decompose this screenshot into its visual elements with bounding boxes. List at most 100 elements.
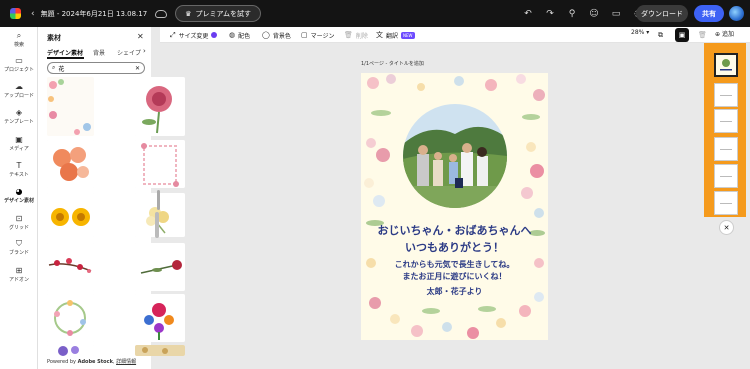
canvas-scrollbar[interactable] [157,190,160,210]
orange-flowers-image [47,140,94,188]
premium-dot-icon [211,32,218,38]
rail-label: アドオン [8,277,29,283]
rail-label: テキスト [9,172,29,178]
rail-label: メディア [9,146,29,152]
crown-icon: ♛ [185,9,192,18]
rail-item-upload[interactable]: ☁ アップロード [0,82,38,99]
page-thumbnail[interactable] [714,191,738,215]
page-thumbnail[interactable] [714,137,738,161]
grid-icon: ⊡ [15,214,23,223]
page-title-label[interactable]: 1/1ページ - タイトルを追加 [361,60,424,67]
search-input[interactable] [58,64,129,72]
page-thumbnail[interactable] [714,109,738,133]
card-message-line3[interactable]: これからも元気で長生きしてね。 [361,259,548,270]
adobe-express-logo[interactable] [10,8,21,19]
rail-item-media[interactable]: ▣ メディア [0,135,38,152]
purple-flowers-image [47,345,94,356]
page-thumbnail[interactable] [714,83,738,107]
share-button[interactable]: 共有 [694,5,724,22]
search-field[interactable]: ⌕ ✕ [47,62,145,74]
asset-thumbnail[interactable] [47,294,94,342]
panel-scrollbar[interactable] [155,212,159,238]
rail-label: ブランド [8,250,29,256]
background-color-icon: ◯ [262,31,270,39]
card-message-line2[interactable]: いつもありがとう！ [361,239,548,255]
download-button[interactable]: ダウンロード [636,5,688,22]
premium-button[interactable]: ♛ プレミアムを試す [175,5,261,22]
asset-thumbnail[interactable] [135,77,185,136]
upload-icon: ☁ [15,82,23,91]
chevron-left-icon[interactable]: ‹ [31,9,35,19]
family-photo[interactable] [403,104,507,208]
page-thumbnail-selected[interactable] [714,53,738,77]
asset-thumbnail[interactable] [135,345,185,356]
tab-shapes[interactable]: シェイプ [117,48,141,57]
rail-item-design-assets[interactable]: ◕ デザイン素材 [0,187,38,204]
rail-label: 検索 [13,42,24,48]
asset-thumbnail[interactable] [47,140,94,188]
resize-label: サイズ変更 [178,32,209,40]
collaborator-icon[interactable]: ☺ [588,9,600,19]
single-rose-image [135,243,185,291]
translate-button[interactable]: 文 翻訳 NEW [376,29,415,41]
close-pages-icon[interactable]: ✕ [719,220,734,235]
rail-item-projects[interactable]: ▭ プロジェクト [0,56,38,73]
chevron-right-icon[interactable]: › [143,47,146,55]
card-message-line4[interactable]: またお正月に遊びにいくね！ [361,271,548,282]
page-thumbnail[interactable] [714,164,738,188]
resize-button[interactable]: ⤢ サイズ変更 [170,29,218,41]
asset-thumbnail[interactable] [135,243,185,291]
translate-label: 翻訳 [386,32,399,40]
comment-icon[interactable]: ▭ [610,9,622,19]
close-icon[interactable]: ✕ [137,32,144,41]
rail-item-templates[interactable]: ◈ テンプレート [0,108,38,125]
rail-item-search[interactable]: ⌕ 検索 [0,31,38,48]
rail-item-grid[interactable]: ⊡ グリッド [0,214,38,231]
add-page-button[interactable]: ⊕ 追加 [715,29,734,38]
more-info-link[interactable]: 詳細情報 [116,359,136,365]
gold-pattern-image [135,345,185,356]
asset-thumbnail[interactable] [47,77,94,136]
redo-icon[interactable]: ↷ [544,9,556,19]
trash-icon: 🗑 [344,31,353,39]
rail-item-text[interactable]: T テキスト [0,161,38,178]
asset-thumbnail[interactable] [135,140,185,188]
delete-button[interactable]: 🗑 削除 [344,29,368,41]
undo-icon[interactable]: ↶ [522,9,534,19]
greeting-card[interactable]: おじいちゃん・おばあちゃんへ いつもありがとう！ これからも元気で長生きしてね。… [361,73,548,340]
margin-icon: ▢ [301,31,308,39]
location-pin-icon[interactable]: ⚲ [566,9,578,19]
document-title[interactable]: 無題 - 2024年6月21日 13.08.17 [41,9,148,19]
asset-thumbnail[interactable] [135,294,185,342]
asset-thumbnail[interactable] [47,345,94,356]
palette-icon: ◍ [229,31,236,39]
context-toolbar: ⤢ サイズ変更 ◍ 配色 ◯ 背景色 ▢ マージン 🗑 削除 文 翻訳 NEW … [160,27,750,43]
rail-label: グリッド [8,225,29,231]
card-signature[interactable]: 太郎・花子より [361,286,548,297]
asset-thumbnail[interactable] [135,193,185,237]
asset-thumbnail[interactable] [47,243,94,291]
cloud-sync-icon[interactable] [155,9,168,18]
left-rail: ⌕ 検索 ▭ プロジェクト ☁ アップロード ◈ テンプレート ▣ メディア T… [0,27,38,369]
zoom-level[interactable]: 28% ▾ [631,29,649,36]
clear-icon[interactable]: ✕ [135,65,140,72]
tab-design-assets[interactable]: デザイン素材 [47,48,83,57]
avatar[interactable] [729,6,744,21]
background-color-button[interactable]: ◯ 背景色 [262,29,291,41]
media-icon: ▣ [15,135,23,144]
trash-page-icon[interactable]: 🗑 [698,29,707,41]
panel-title: 素材 [47,34,61,42]
margin-label: マージン [310,32,335,40]
rail-label: アップロード [3,93,34,99]
rail-item-brand[interactable]: ⛉ ブランド [0,239,38,256]
page-panel-toggle-icon[interactable]: ▣ [675,28,689,42]
tab-backgrounds[interactable]: 背景 [93,48,105,57]
assets-panel: 素材 ✕ デザイン素材 背景 シェイプ › ⌕ ✕ [38,27,185,369]
pages-grid-icon[interactable]: ⧉ [658,29,663,41]
color-button[interactable]: ◍ 配色 [229,29,250,41]
delete-label: 削除 [355,32,368,40]
asset-thumbnail[interactable] [47,193,94,237]
card-message-line1[interactable]: おじいちゃん・おばあちゃんへ [361,222,548,238]
margin-button[interactable]: ▢ マージン [301,29,335,41]
rail-item-addons[interactable]: ⊞ アドオン [0,266,38,283]
